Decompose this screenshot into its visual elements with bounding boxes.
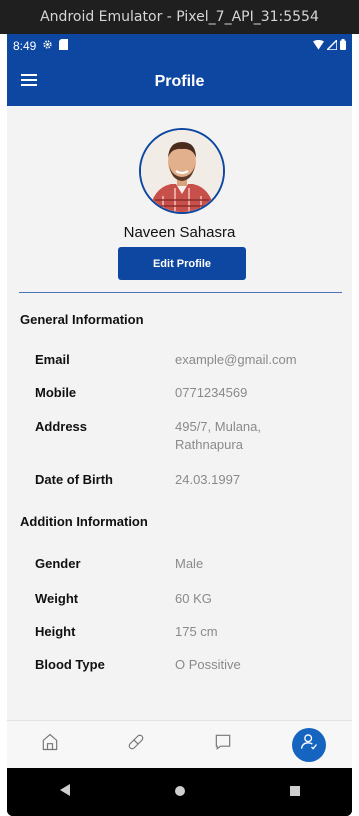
divider bbox=[19, 292, 342, 293]
weight-label: Weight bbox=[35, 591, 79, 606]
addition-information-title: Addition Information bbox=[20, 514, 148, 529]
weight-value: 60 KG bbox=[175, 591, 212, 606]
signal-icon bbox=[325, 38, 338, 53]
bottom-navigation bbox=[7, 720, 352, 768]
email-label: Email bbox=[35, 352, 70, 367]
emulator-title: Android Emulator - Pixel_7_API_31:5554 bbox=[40, 9, 319, 25]
address-value-line2: Rathnapura bbox=[175, 437, 243, 452]
gender-value: Male bbox=[175, 556, 204, 571]
page-title: Profile bbox=[154, 73, 205, 90]
status-time: 8:49 bbox=[13, 39, 37, 53]
blood-type-label: Blood Type bbox=[35, 657, 105, 672]
mobile-label: Mobile bbox=[35, 385, 77, 400]
profile-name: Naveen Sahasra bbox=[123, 224, 236, 241]
recents-icon[interactable] bbox=[289, 783, 300, 801]
device-screen: 8:49 Profile Naveen Sahasra Edit Profile… bbox=[7, 34, 352, 816]
menu-button[interactable] bbox=[7, 58, 51, 106]
wifi-icon bbox=[313, 39, 324, 53]
date-of-birth-label: Date of Birth bbox=[35, 472, 113, 487]
status-bar: 8:49 bbox=[7, 34, 352, 58]
height-label: Height bbox=[35, 624, 76, 639]
pill-icon bbox=[126, 732, 146, 757]
mobile-value: 0771234569 bbox=[175, 385, 248, 400]
blood-type-value: O Possitive bbox=[175, 657, 241, 672]
system-navigation-bar bbox=[7, 768, 352, 816]
chat-icon bbox=[213, 732, 233, 757]
profile-icon bbox=[299, 732, 319, 757]
back-icon[interactable] bbox=[59, 783, 71, 801]
avatar-portrait-icon bbox=[141, 130, 223, 212]
battery-icon bbox=[340, 39, 346, 53]
home-button-icon[interactable] bbox=[175, 783, 186, 801]
date-of-birth-value: 24.03.1997 bbox=[175, 472, 241, 487]
nav-chat[interactable] bbox=[206, 728, 240, 762]
height-value: 175 cm bbox=[175, 624, 218, 639]
email-value: example@gmail.com bbox=[175, 352, 297, 367]
avatar[interactable] bbox=[139, 128, 225, 214]
home-icon bbox=[40, 732, 60, 757]
address-value-line1: 495/7, Mulana, bbox=[175, 419, 262, 434]
profile-content: Naveen Sahasra Edit Profile General Info… bbox=[7, 106, 352, 720]
address-label: Address bbox=[35, 419, 88, 434]
nav-medicine[interactable] bbox=[119, 728, 153, 762]
settings-icon bbox=[42, 39, 53, 53]
general-information-title: General Information bbox=[20, 312, 144, 327]
edit-profile-button[interactable]: Edit Profile bbox=[118, 247, 246, 280]
nav-profile[interactable] bbox=[291, 727, 326, 762]
app-bar: Profile bbox=[7, 58, 352, 106]
nav-home[interactable] bbox=[33, 728, 67, 762]
emulator-title-bar: Android Emulator - Pixel_7_API_31:5554 bbox=[0, 0, 359, 34]
hamburger-icon bbox=[21, 73, 37, 91]
gender-label: Gender bbox=[35, 556, 81, 571]
sd-card-icon bbox=[59, 39, 69, 53]
